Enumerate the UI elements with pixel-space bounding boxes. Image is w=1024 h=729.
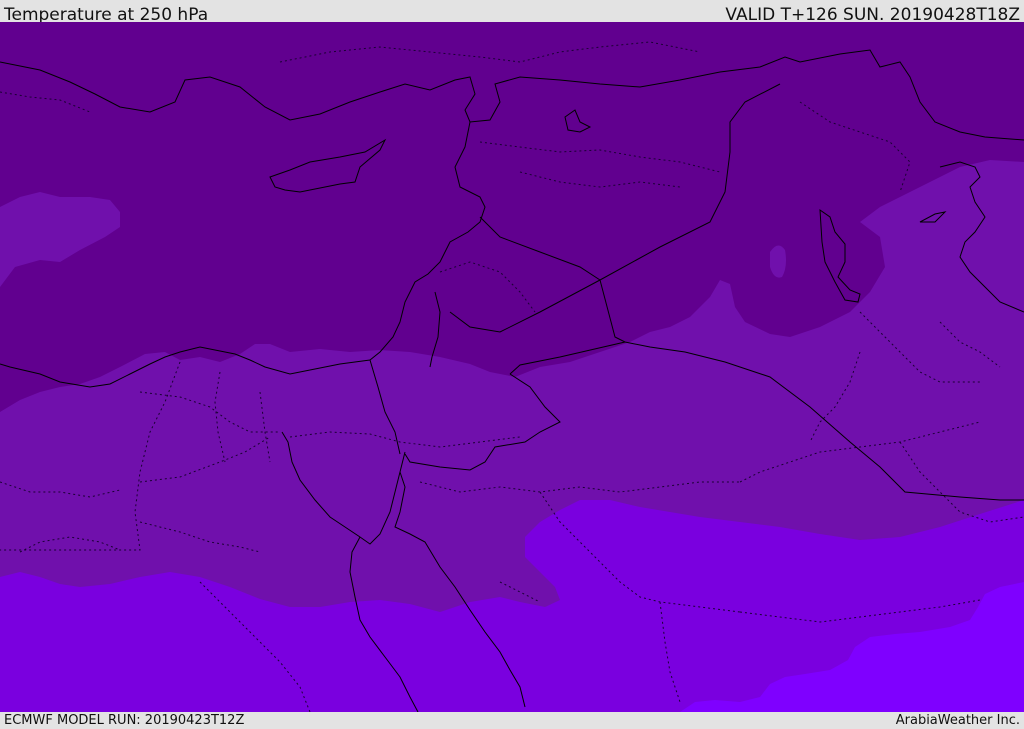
map-canvas [0, 22, 1024, 712]
temperature-map [0, 22, 1024, 712]
lake-shading [770, 245, 786, 278]
header-bar: Temperature at 250 hPa VALID T+126 SUN. … [0, 0, 1024, 25]
weather-map-page: Temperature at 250 hPa VALID T+126 SUN. … [0, 0, 1024, 729]
credit-label: ArabiaWeather Inc. [895, 713, 1020, 728]
footer-bar: ECMWF MODEL RUN: 20190423T12Z ArabiaWeat… [0, 712, 1024, 729]
model-run-label: ECMWF MODEL RUN: 20190423T12Z [4, 713, 245, 728]
